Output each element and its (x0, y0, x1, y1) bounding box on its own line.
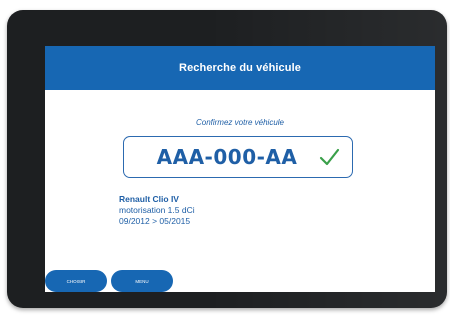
confirm-prompt: Confirmez votre véhicule (195, 118, 285, 127)
app-screen: Recherche du véhicule Confirmez votre vé… (45, 46, 435, 292)
choose-button[interactable]: CHOISIR (45, 270, 107, 292)
vehicle-name: Renault Clio IV (119, 194, 179, 204)
menu-button[interactable]: MENU (111, 270, 173, 292)
header-bar: Recherche du véhicule (45, 46, 435, 90)
check-icon (319, 148, 340, 166)
vehicle-engine: motorisation 1.5 dCi (119, 205, 195, 215)
license-plate-number: AAA-000-AA (156, 145, 298, 169)
page-title: Recherche du véhicule (179, 62, 301, 74)
vehicle-years: 09/2012 > 05/2015 (119, 216, 191, 226)
vehicle-details: Renault Clio IV motorisation 1.5 dCi 09/… (119, 194, 195, 227)
license-plate-field[interactable]: AAA-000-AA (123, 136, 353, 178)
